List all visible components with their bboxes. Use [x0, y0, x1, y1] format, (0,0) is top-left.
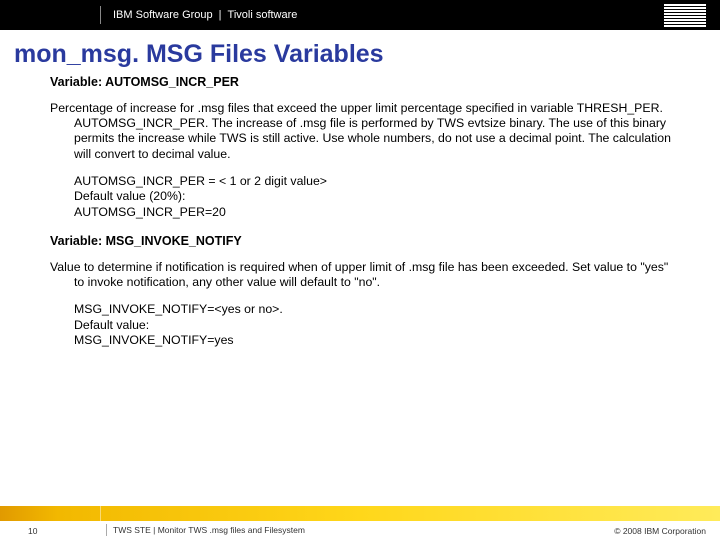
- ibm-logo-icon: [664, 4, 706, 27]
- variable-2-desc-text: Value to determine if notification is re…: [50, 260, 680, 291]
- footer-center: TWS STE | Monitor TWS .msg files and Fil…: [106, 524, 305, 536]
- header-rule: [100, 6, 101, 24]
- header-sep: |: [219, 9, 222, 21]
- variable-1-code-line3: AUTOMSG_INCR_PER=20: [74, 205, 680, 220]
- footer: 10 © 2008 IBM Corporation TWS STE | Moni…: [0, 506, 720, 540]
- page-number: 10: [28, 526, 37, 536]
- footer-gold-band: [0, 506, 720, 521]
- header-left: IBM Software Group | Tivoli software: [100, 6, 297, 24]
- footer-rule: [106, 524, 107, 536]
- header-bar: IBM Software Group | Tivoli software: [0, 0, 720, 30]
- variable-1-code-line2: Default value (20%):: [74, 189, 680, 204]
- variable-1-code: AUTOMSG_INCR_PER = < 1 or 2 digit value>…: [50, 174, 680, 220]
- footer-center-text: TWS STE | Monitor TWS .msg files and Fil…: [113, 525, 305, 535]
- variable-2-label: Variable: MSG_INVOKE_NOTIFY: [50, 234, 680, 250]
- variable-1-desc-text: Percentage of increase for .msg files th…: [50, 101, 680, 162]
- variable-2-code-line1: MSG_INVOKE_NOTIFY=<yes or no>.: [74, 302, 680, 317]
- variable-2-description: Value to determine if notification is re…: [50, 260, 680, 291]
- header-product: Tivoli software: [228, 9, 298, 21]
- variable-1-label: Variable: AUTOMSG_INCR_PER: [50, 75, 680, 91]
- variable-1-code-line1: AUTOMSG_INCR_PER = < 1 or 2 digit value>: [74, 174, 680, 189]
- variable-2-code: MSG_INVOKE_NOTIFY=<yes or no>. Default v…: [50, 302, 680, 348]
- variable-2-code-line2: Default value:: [74, 318, 680, 333]
- header-group: IBM Software Group: [113, 9, 213, 21]
- variable-2-code-line3: MSG_INVOKE_NOTIFY=yes: [74, 333, 680, 348]
- page-title: mon_msg. MSG Files Variables: [0, 30, 720, 75]
- copyright: © 2008 IBM Corporation: [614, 526, 706, 536]
- variable-1-description: Percentage of increase for .msg files th…: [50, 101, 680, 162]
- slide-content: Variable: AUTOMSG_INCR_PER Percentage of…: [0, 75, 720, 349]
